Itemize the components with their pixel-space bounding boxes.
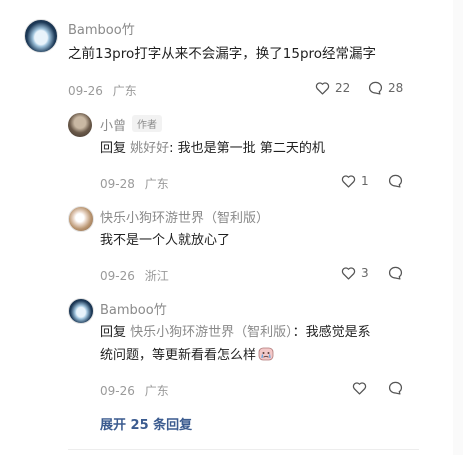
divider xyxy=(68,449,419,450)
heart-icon xyxy=(352,381,367,395)
reply-body-line2: 统问题，等更新看看怎么样 xyxy=(100,348,257,363)
avatar[interactable] xyxy=(68,206,94,232)
reply-prefix: 回复 xyxy=(100,141,127,156)
comment-author-name[interactable]: Bamboo竹 xyxy=(68,19,135,38)
heart-icon xyxy=(341,266,356,280)
author-badge: 作者 xyxy=(132,115,163,132)
reply-button[interactable] xyxy=(388,381,403,395)
reply-text: 回复 快乐小狗环游世界（智利版）：我感觉是系 统问题，等更新看看怎么样 xyxy=(100,321,420,370)
reply-count-button[interactable]: 28 xyxy=(368,81,403,95)
scrollbar-track[interactable] xyxy=(453,0,463,455)
reply-date: 09-28 xyxy=(100,177,135,191)
comment-location: 广东 xyxy=(112,84,137,98)
crying-face-emoji-icon xyxy=(258,346,274,370)
like-button[interactable]: 22 xyxy=(315,81,350,95)
reply-author-name[interactable]: 快乐小狗环游世界（智利版） xyxy=(100,207,269,226)
reply-location: 广东 xyxy=(144,177,169,191)
expand-replies-link[interactable]: 展开 25 条回复 xyxy=(100,414,192,433)
reply-author: 小曾 作者 xyxy=(100,115,163,134)
reply-date: 09-26 xyxy=(100,384,135,398)
heart-icon xyxy=(341,174,356,188)
comment-bubble-icon xyxy=(368,81,383,95)
reply-body-line1: ：我感觉是系 xyxy=(292,325,371,340)
comment-bubble-icon xyxy=(388,381,403,395)
reply-text: 我不是一个人就放心了 xyxy=(100,233,231,248)
reply-location: 浙江 xyxy=(144,269,169,283)
reply-button[interactable] xyxy=(388,174,403,188)
avatar[interactable] xyxy=(68,113,92,137)
comment-bubble-icon xyxy=(388,266,403,280)
reply-author-name[interactable]: 小曾 xyxy=(100,119,126,134)
reply-body: : 我也是第一批 第二天的机 xyxy=(169,141,325,156)
reply-date: 09-26 xyxy=(100,269,135,283)
mention-link[interactable]: 快乐小狗环游世界（智利版） xyxy=(130,325,293,340)
reply-count: 28 xyxy=(388,81,404,95)
comment-text: 之前13pro打字从来不会漏字，换了15pro经常漏字 xyxy=(68,46,377,62)
comment-bubble-icon xyxy=(388,174,403,188)
comment-meta: 09-26 广东 xyxy=(68,82,137,99)
comment-date: 09-26 xyxy=(68,84,103,98)
reply-meta: 09-26 浙江 xyxy=(100,267,169,284)
reply-author-name[interactable]: Bamboo竹 xyxy=(100,299,167,318)
mention-link[interactable]: 姚好好 xyxy=(130,141,169,156)
reply-location: 广东 xyxy=(144,384,169,398)
reply-meta: 09-28 广东 xyxy=(100,175,169,192)
heart-icon xyxy=(315,81,330,95)
reply-prefix: 回复 xyxy=(100,325,127,340)
like-count: 1 xyxy=(361,174,369,188)
like-count: 3 xyxy=(361,266,369,280)
like-button[interactable]: 1 xyxy=(341,174,369,188)
avatar[interactable] xyxy=(68,298,94,324)
reply-text: 回复 姚好好: 我也是第一批 第二天的机 xyxy=(100,137,325,160)
reply-button[interactable] xyxy=(388,266,403,280)
reply-meta: 09-26 广东 xyxy=(100,382,169,399)
avatar[interactable] xyxy=(24,19,58,53)
like-button[interactable] xyxy=(352,381,367,395)
like-button[interactable]: 3 xyxy=(341,266,369,280)
like-count: 22 xyxy=(335,81,351,95)
